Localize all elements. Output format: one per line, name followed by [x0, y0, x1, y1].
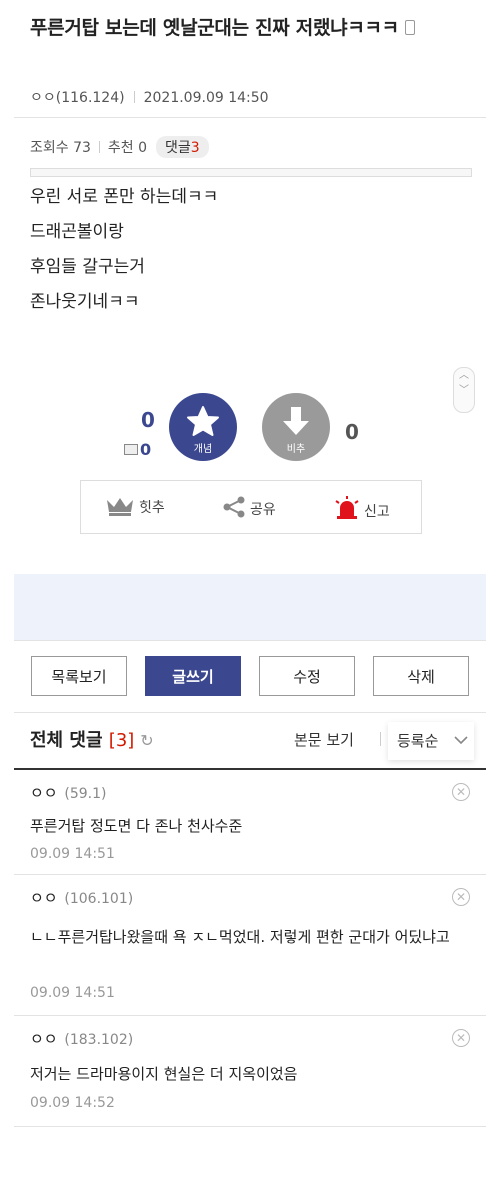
recommend-count: 0 [138, 140, 148, 156]
buttons-divider [14, 712, 486, 713]
comments-total: [3] [108, 730, 135, 751]
fixed-user-icon [124, 444, 138, 455]
downvote-label: 비추 [286, 444, 306, 455]
post-body-line: 후임들 갈구는거 [30, 257, 145, 277]
comments-label: 댓글 [164, 140, 191, 156]
upvote-button[interactable]: 개념 [169, 393, 237, 461]
comment-text: 푸른거탑 정도면 다 존나 천사수준 [30, 817, 243, 835]
comment-author[interactable]: ㅇㅇ (183.102) [30, 1028, 133, 1049]
delete-comment-icon[interactable]: ✕ [452, 888, 470, 906]
views-label: 조회수 [30, 140, 69, 156]
author-ip: (116.124) [55, 90, 125, 106]
downvote-count: 0 [345, 420, 359, 444]
downvote-button[interactable]: 비추 [262, 393, 330, 461]
post-title-text: 푸른거탑 보는데 옛날군대는 진짜 저랬냐ㅋㅋㅋ [30, 17, 399, 39]
header-separator [380, 732, 381, 746]
header-divider [14, 117, 486, 118]
crown-icon [107, 498, 133, 516]
comment-item: ㅇㅇ (59.1) ✕ 푸른거탑 정도면 다 존나 천사수준 09.09 14:… [14, 770, 486, 875]
share-label: 공유 [250, 502, 276, 518]
comment-ip: (59.1) [64, 786, 107, 802]
refresh-icon[interactable]: ↻ [140, 731, 153, 750]
comment-time: 09.09 14:51 [30, 985, 115, 1001]
view-body-button[interactable]: 본문 보기 [294, 729, 354, 750]
ad-area [14, 574, 486, 640]
post-body: 우린 서로 폰만 하는데ㅋㅋ 드래곤볼이랑 후임들 갈구는거 존나웃기네ㅋㅋ [30, 180, 218, 320]
comment-text: ㄴㄴ푸른거탑나왔을때 욕 ㅈㄴ먹었대. 저렇게 편한 군대가 어딨냐고 [30, 928, 450, 946]
author-nick[interactable]: ㅇㅇ [30, 90, 56, 106]
post-action-box: 힛추 공유 신고 [80, 480, 422, 534]
section-divider [14, 640, 486, 641]
chevron-down-icon: ﹀ [459, 385, 469, 396]
write-button[interactable]: 글쓰기 [145, 656, 241, 696]
fixed-count: 0 [140, 440, 152, 459]
comment-author[interactable]: ㅇㅇ (106.101) [30, 887, 133, 908]
post-stats: 조회수 73 추천 0 댓글3 [30, 136, 209, 158]
share-icon [223, 496, 245, 518]
delete-comment-icon[interactable]: ✕ [452, 783, 470, 801]
list-button[interactable]: 목록보기 [31, 656, 127, 696]
comment-nick: ㅇㅇ [30, 784, 58, 802]
comment-author[interactable]: ㅇㅇ (59.1) [30, 782, 107, 803]
post-body-line: 우린 서로 폰만 하는데ㅋㅋ [30, 187, 219, 207]
report-label: 신고 [364, 504, 390, 520]
comment-ip: (183.102) [64, 1032, 134, 1048]
upvote-count: 0 [141, 408, 155, 432]
comments-count: 3 [190, 140, 200, 156]
report-button[interactable]: 신고 [334, 496, 390, 521]
post-date: 2021.09.09 14:50 [143, 90, 269, 106]
ad-bar [30, 168, 472, 177]
views-count: 73 [73, 140, 91, 156]
siren-icon [335, 496, 359, 519]
comments-title: 전체 댓글 [30, 730, 103, 751]
hit-recommend-button[interactable]: 힛추 [105, 496, 165, 517]
star-icon [187, 406, 219, 436]
stats-divider [98, 141, 100, 153]
post-title: 푸른거탑 보는데 옛날군대는 진짜 저랬냐ㅋㅋㅋ [30, 14, 470, 42]
sort-select[interactable]: 등록순 [388, 722, 474, 760]
post-body-line: 존나웃기네ㅋㅋ [30, 292, 140, 312]
comment-time: 09.09 14:51 [30, 846, 115, 862]
chevron-up-icon: ︿ [459, 370, 469, 381]
post-body-line: 드래곤볼이랑 [30, 222, 124, 242]
edit-button[interactable]: 수정 [259, 656, 355, 696]
post-meta: ㅇㅇ(116.124) 2021.09.09 14:50 [30, 87, 269, 107]
comment-nick: ㅇㅇ [30, 889, 58, 907]
mobile-phone-icon [404, 20, 415, 35]
scroll-updown-button[interactable]: ︿ ﹀ [453, 367, 475, 413]
comment-count-badge[interactable]: 댓글3 [155, 136, 209, 158]
share-button[interactable]: 공유 [222, 496, 276, 519]
comment-ip: (106.101) [64, 891, 134, 907]
upvote-label: 개념 [193, 444, 213, 455]
arrow-down-icon [283, 407, 309, 435]
recommend-label: 추천 [107, 140, 134, 156]
hit-label: 힛추 [139, 500, 165, 516]
comment-item: ㅇㅇ (183.102) ✕ 저거는 드라마용이지 현실은 더 지옥이었음 09… [14, 1016, 486, 1127]
comment-time: 09.09 14:52 [30, 1095, 115, 1111]
delete-comment-icon[interactable]: ✕ [452, 1029, 470, 1047]
comment-text: 저거는 드라마용이지 현실은 더 지옥이었음 [30, 1065, 298, 1083]
chevron-down-icon [454, 736, 468, 745]
meta-divider [133, 91, 135, 103]
fixed-upvote-count: 0 [124, 440, 151, 459]
delete-button[interactable]: 삭제 [373, 656, 469, 696]
comment-nick: ㅇㅇ [30, 1030, 58, 1048]
comments-header: 전체 댓글 [3] ↻ [30, 726, 154, 752]
sort-value: 등록순 [397, 732, 439, 750]
comment-item: ㅇㅇ (106.101) ✕ ㄴㄴ푸른거탑나왔을때 욕 ㅈㄴ먹었대. 저렇게 편… [14, 875, 486, 1016]
